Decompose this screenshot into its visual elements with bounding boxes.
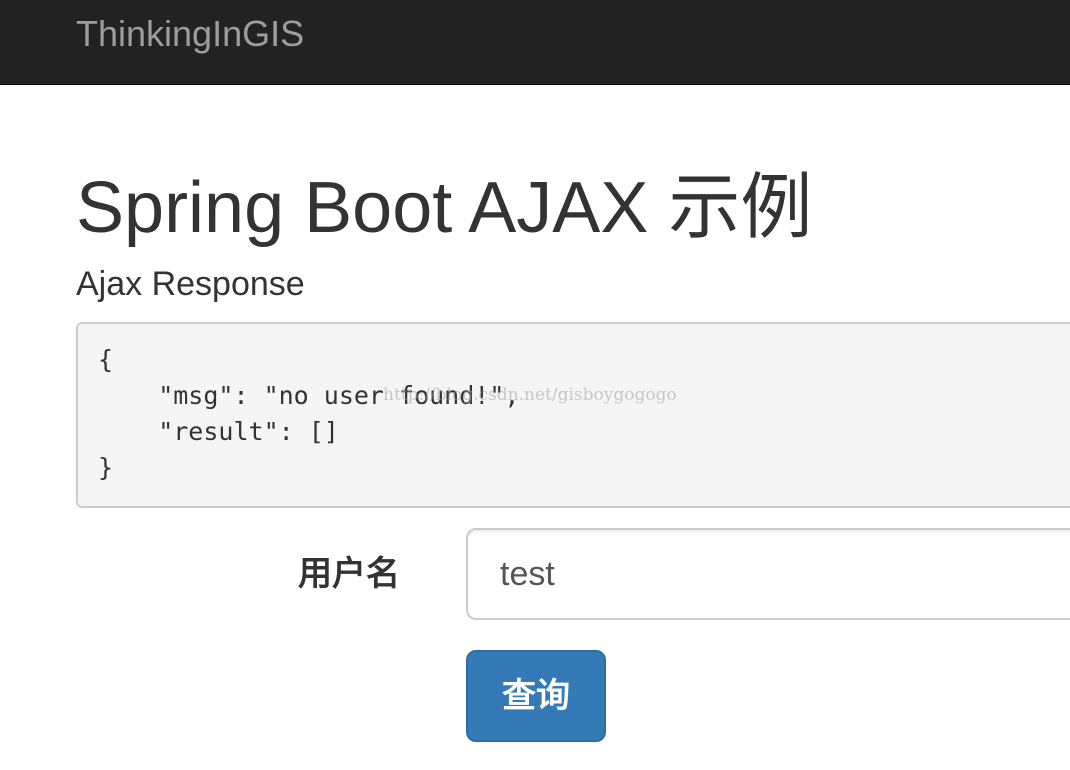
username-label: 用户名: [298, 555, 400, 593]
navbar-brand-link[interactable]: ThinkingInGIS: [76, 14, 304, 54]
search-button[interactable]: 查询: [466, 650, 606, 742]
top-navbar: ThinkingInGIS: [0, 0, 1070, 85]
username-input[interactable]: [466, 528, 1070, 620]
ajax-response-output: { "msg": "no user found!", "result": [] …: [76, 322, 1070, 508]
ajax-response-heading: Ajax Response: [76, 265, 305, 303]
page-title: Spring Boot AJAX 示例: [76, 168, 813, 248]
